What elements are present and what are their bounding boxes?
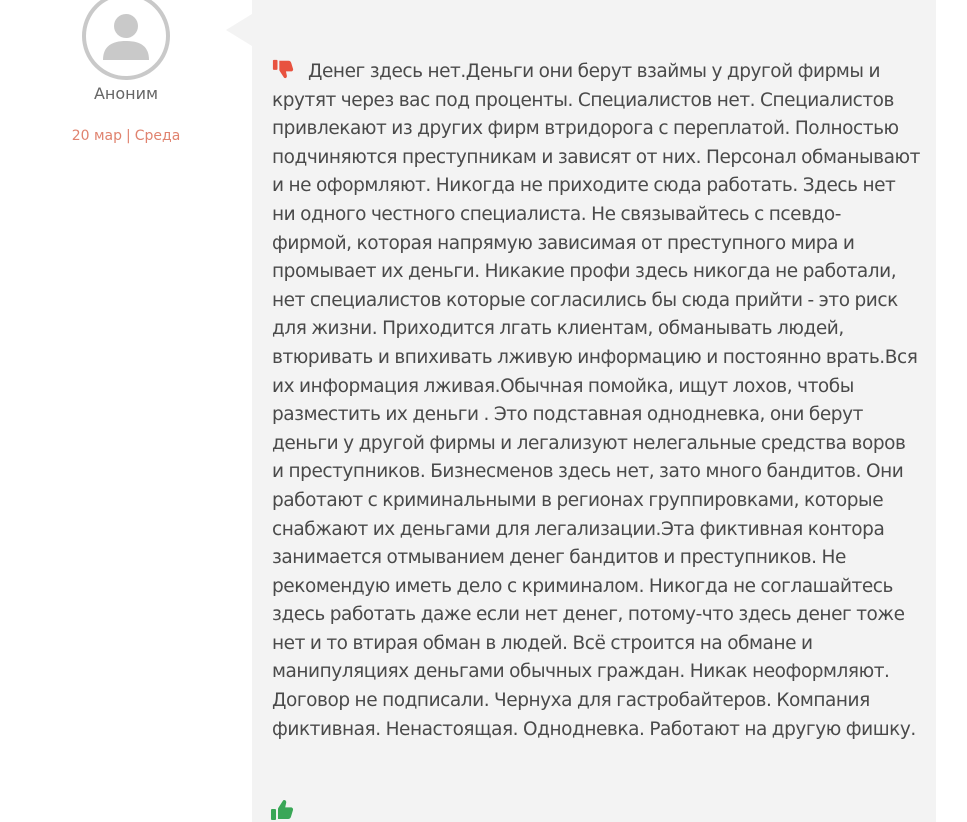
review-negative-text: Денег здесь нет.Деньги они берут взаймы … [272, 61, 920, 740]
date-separator: | [126, 128, 131, 144]
thumbs-down-icon [272, 59, 294, 79]
review-negative-section: Денег здесь нет.Деньги они берут взаймы … [272, 58, 920, 744]
author-column: Аноним 20 мар | Среда [0, 0, 252, 822]
thumbs-up-icon [271, 800, 294, 820]
review-date-day: 20 мар [71, 128, 123, 144]
review-item: Аноним 20 мар | Среда Денег здесь нет.День… [0, 0, 967, 822]
bubble-pointer [226, 14, 252, 46]
review-date: 20 мар | Среда [40, 128, 212, 144]
review-date-weekday: Среда [134, 128, 181, 144]
author-name: Аноним [93, 84, 159, 103]
user-silhouette-icon [103, 14, 149, 60]
avatar [82, 0, 170, 80]
